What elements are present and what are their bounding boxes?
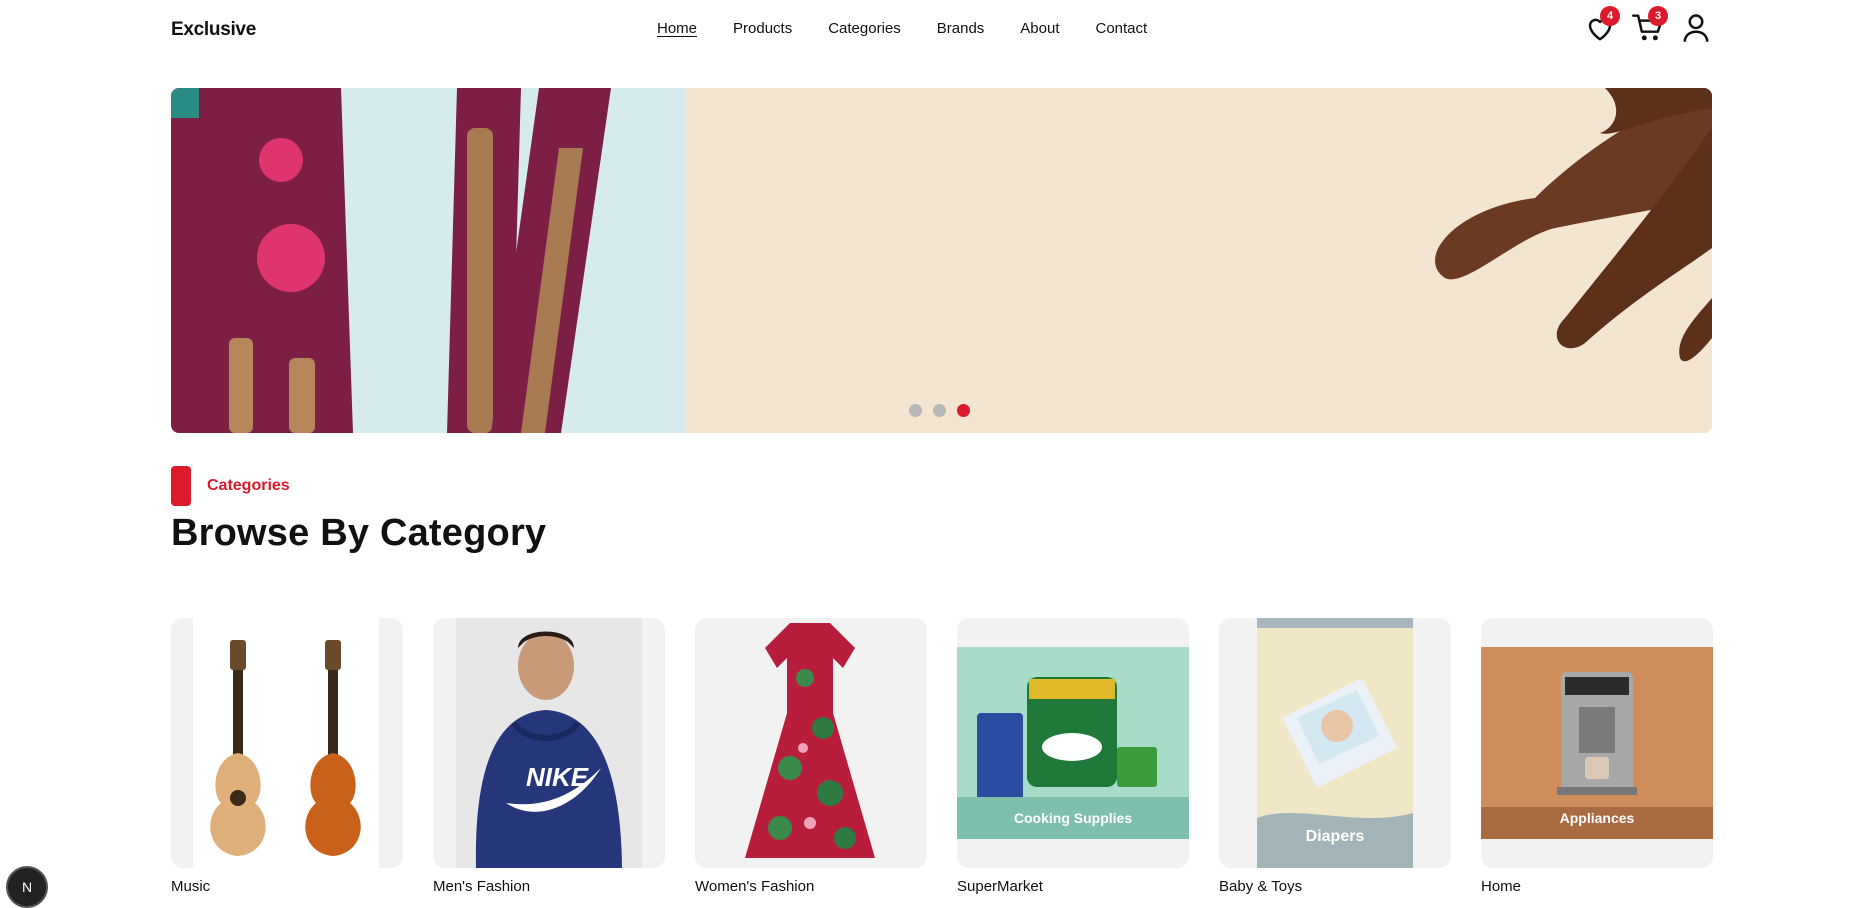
category-card-womens-fashion[interactable]: Women's Fashion — [695, 618, 927, 895]
header: Exclusive Home Products Categories Brand… — [171, 0, 1712, 60]
category-card-home[interactable]: Appliances Home — [1481, 618, 1713, 895]
wishlist-button[interactable]: 4 — [1584, 6, 1620, 44]
category-name: SuperMarket — [957, 878, 1043, 895]
dev-tools-badge[interactable]: N — [6, 866, 48, 908]
slider-dot-1[interactable] — [909, 404, 922, 417]
svg-text:NIKE: NIKE — [526, 762, 589, 792]
user-icon — [1683, 14, 1709, 42]
categories-section-tag: Categories — [171, 466, 290, 506]
hero-chocolate-image — [685, 88, 1712, 433]
nav-home[interactable]: Home — [657, 20, 697, 37]
dress-image — [745, 623, 875, 858]
account-button[interactable] — [1680, 12, 1712, 44]
guitar-image — [193, 618, 379, 868]
nav-about[interactable]: About — [1020, 20, 1059, 37]
slider-dot-3[interactable] — [957, 404, 970, 417]
section-accent-bar — [171, 466, 191, 506]
section-tag-label: Categories — [207, 477, 290, 494]
category-name: Men's Fashion — [433, 878, 531, 895]
nav-brands[interactable]: Brands — [937, 20, 985, 37]
header-icons: 4 3 — [1584, 6, 1712, 44]
category-name: Baby & Toys — [1219, 878, 1303, 895]
slider-dots — [909, 404, 970, 417]
logo[interactable]: Exclusive — [171, 19, 256, 41]
cart-count-badge: 3 — [1648, 6, 1668, 26]
category-name: Women's Fashion — [695, 878, 815, 895]
slider-dot-2[interactable] — [933, 404, 946, 417]
category-card-music[interactable]: Music — [171, 618, 403, 895]
section-title: Browse By Category — [171, 512, 547, 554]
category-card-mens-fashion[interactable]: NIKE Men's Fashion — [433, 618, 665, 895]
card-caption: Diapers — [1305, 828, 1365, 845]
category-name: Home — [1481, 878, 1522, 895]
nav-products[interactable]: Products — [733, 20, 792, 37]
hero-wafer-rolls-image — [171, 88, 685, 433]
cart-button[interactable]: 3 — [1632, 6, 1668, 44]
nav-contact[interactable]: Contact — [1096, 20, 1148, 37]
category-cards: Music NIKE Men's Fashion Women's Fashion… — [171, 618, 1713, 895]
main-nav: Home Products Categories Brands About Co… — [657, 20, 1183, 37]
category-card-supermarket[interactable]: Cooking Supplies SuperMarket — [957, 618, 1189, 895]
card-caption: Cooking Supplies — [1013, 810, 1133, 826]
nav-categories[interactable]: Categories — [828, 20, 901, 37]
card-caption: Appliances — [1559, 810, 1635, 826]
mens-hoodie-image: NIKE — [456, 618, 642, 868]
category-name: Music — [171, 878, 211, 895]
wishlist-count-badge: 4 — [1600, 6, 1620, 26]
category-card-baby-toys[interactable]: Diapers Baby & Toys — [1219, 618, 1451, 895]
hero-slider[interactable] — [171, 88, 1712, 433]
